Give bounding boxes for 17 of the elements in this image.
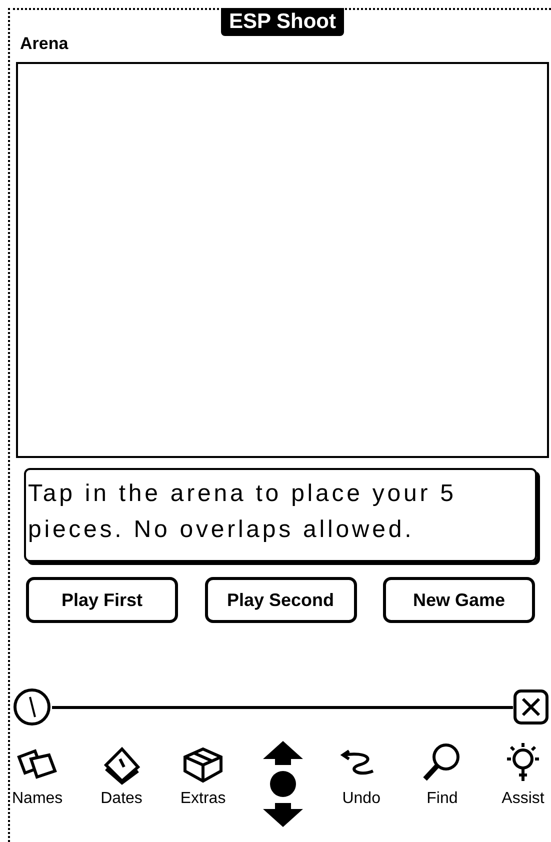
clock-icon[interactable] (12, 687, 52, 727)
launcher-button[interactable]: Undo (339, 741, 384, 809)
close-icon[interactable] (513, 689, 549, 725)
launcher-button[interactable]: Find (420, 741, 464, 809)
launcher-button[interactable]: Assist (501, 741, 545, 809)
action-button[interactable]: Play Second (204, 577, 356, 623)
arena-label: Arena (20, 34, 70, 54)
up-arrow-icon[interactable] (262, 741, 303, 765)
message-text: Tap in the arena to place your 5 pieces. No overlaps allowed. (24, 468, 537, 562)
window-title: ESP Shoot (221, 8, 344, 36)
action-button[interactable]: Play First (26, 577, 178, 623)
dot-icon (270, 771, 296, 797)
action-button[interactable]: New Game (383, 577, 535, 623)
launcher-button[interactable]: Dates (100, 741, 144, 809)
launcher-button[interactable]: Names (12, 741, 63, 809)
down-arrow-icon[interactable] (262, 803, 303, 827)
launcher-button[interactable]: Extras (180, 741, 226, 809)
